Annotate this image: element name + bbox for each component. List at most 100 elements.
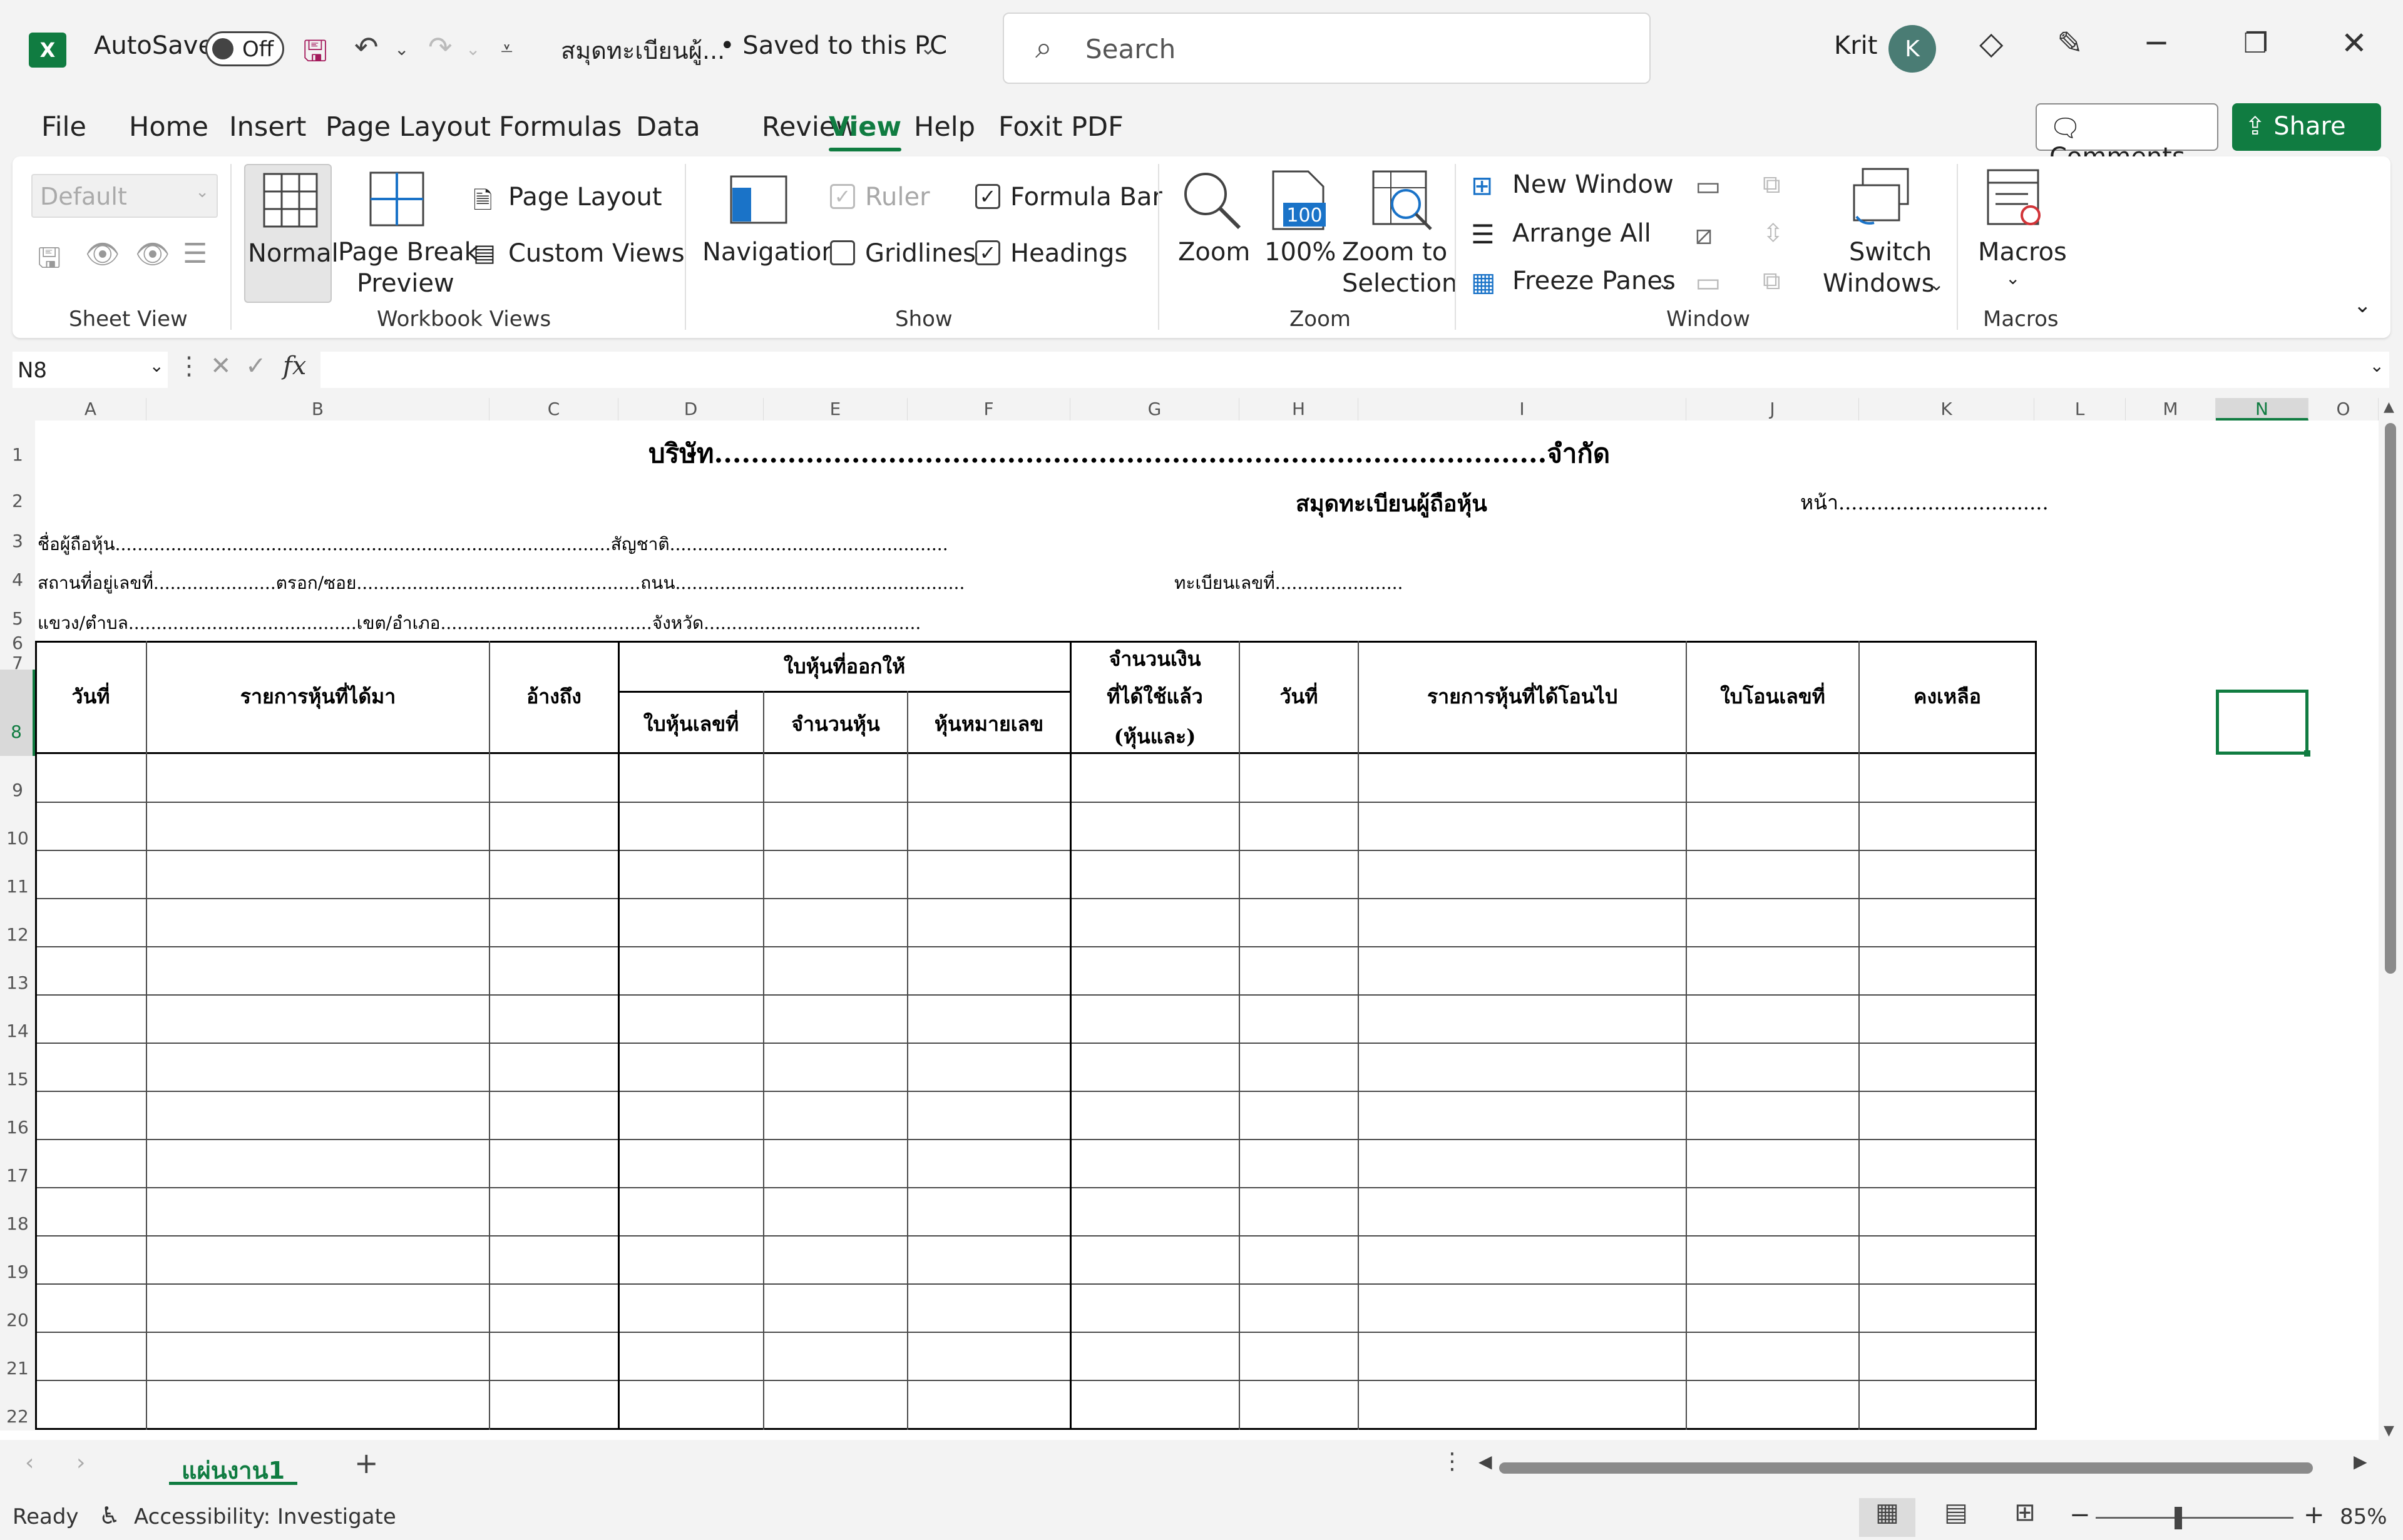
normal-view-status-button[interactable]: ▦	[1859, 1498, 1915, 1537]
tab-page-layout[interactable]: Page Layout	[325, 111, 491, 143]
user-name[interactable]: Krit	[1834, 31, 1877, 60]
keep-view-icon[interactable]: 🖫	[38, 238, 61, 285]
zoom-out-icon[interactable]: −	[2069, 1501, 2091, 1529]
horizontal-scroll-thumb[interactable]	[1499, 1462, 2313, 1474]
row-header[interactable]: 21	[0, 1334, 35, 1382]
premium-diamond-icon[interactable]: ◇	[1979, 25, 2003, 61]
page-break-label-1[interactable]: Page Break	[338, 238, 479, 267]
column-header[interactable]: C	[489, 398, 618, 421]
row-header[interactable]: 5	[0, 591, 35, 630]
zoom-magnifier-icon[interactable]	[1181, 169, 1243, 232]
zoom-100-button[interactable]: 100%	[1264, 238, 1336, 267]
zoom-in-icon[interactable]: +	[2303, 1501, 2325, 1529]
comments-button[interactable]: 🗨 Comments	[2036, 103, 2218, 171]
customize-toolbar-icon[interactable]: ⩡	[501, 36, 513, 61]
zoom-slider[interactable]	[2096, 1517, 2293, 1519]
column-header-selected[interactable]: N	[2216, 398, 2308, 421]
file-name[interactable]: สมุดทะเบียนผู้...	[561, 31, 725, 69]
name-box[interactable]: N8 ⌄	[13, 352, 168, 388]
normal-view-button[interactable]: Normal	[244, 164, 339, 303]
cancel-icon[interactable]: ✕	[210, 352, 232, 380]
arrange-all-icon[interactable]: ☰	[1471, 219, 1495, 250]
new-view-icon[interactable]: 👁	[135, 238, 170, 270]
scroll-left-icon[interactable]: ◀	[1478, 1451, 1492, 1472]
gridlines-checkbox[interactable]	[830, 240, 855, 265]
accessibility-status[interactable]: Accessibility: Investigate	[134, 1504, 396, 1529]
tab-foxit-pdf[interactable]: Foxit PDF	[998, 111, 1124, 143]
tab-view[interactable]: View	[829, 111, 902, 151]
vertical-scrollbar[interactable]: ▲ ▼	[2379, 398, 2403, 1440]
row-header[interactable]: 18	[0, 1190, 35, 1238]
more-options-icon[interactable]: ⋮	[1441, 1449, 1463, 1474]
page-break-preview-icon[interactable]	[369, 171, 424, 227]
row-header[interactable]: 20	[0, 1286, 35, 1334]
view-options-icon[interactable]: ☰	[183, 238, 207, 270]
ruler-checkbox[interactable]: ✓	[830, 184, 855, 209]
view-side-by-side-icon[interactable]: ⧉	[1763, 170, 1781, 199]
column-header[interactable]: B	[146, 398, 489, 421]
split-icon[interactable]: ▭	[1695, 170, 1721, 202]
row-header[interactable]: 13	[0, 949, 35, 997]
row-header[interactable]: 4	[0, 552, 35, 591]
tab-data[interactable]: Data	[636, 111, 700, 143]
scroll-down-icon[interactable]: ▼	[2384, 1423, 2394, 1439]
custom-views-icon[interactable]: ▤	[473, 239, 496, 267]
restore-icon[interactable]: ❐	[2243, 28, 2268, 59]
row-header[interactable]: 14	[0, 997, 35, 1045]
chevron-down-icon[interactable]: ⌄	[150, 355, 164, 376]
zoom-button[interactable]: Zoom	[1178, 238, 1250, 267]
page-break-label-2[interactable]: Preview	[357, 269, 454, 298]
zoom-100-icon[interactable]: 100	[1271, 169, 1327, 232]
navigation-pane-icon[interactable]	[730, 175, 787, 224]
redo-dropdown-icon[interactable]: ⌄	[466, 39, 480, 59]
column-header[interactable]: L	[2034, 398, 2126, 421]
new-sheet-button[interactable]: +	[354, 1446, 379, 1480]
worksheet[interactable]: A B C D E F G H I J K L M N O 1 2 3 4 5 …	[0, 398, 2403, 1440]
row-header[interactable]: 1	[0, 421, 35, 467]
tab-insert[interactable]: Insert	[229, 111, 306, 143]
vertical-scroll-thumb[interactable]	[2385, 423, 2396, 974]
new-window-icon[interactable]: ⊞	[1471, 170, 1493, 201]
column-header[interactable]: M	[2126, 398, 2216, 421]
column-header[interactable]: A	[35, 398, 146, 421]
headings-checkbox[interactable]: ✓	[975, 240, 1000, 265]
save-status-chevron-icon[interactable]: ⌄	[920, 38, 936, 59]
row-header[interactable]: 17	[0, 1141, 35, 1190]
avatar[interactable]: K	[1888, 25, 1936, 73]
macros-icon[interactable]	[1984, 166, 2044, 229]
redo-icon[interactable]: ↷	[428, 30, 453, 64]
page-layout-button[interactable]: Page Layout	[508, 183, 662, 212]
custom-views-button[interactable]: Custom Views	[508, 239, 685, 268]
row-header[interactable]: 3	[0, 513, 35, 552]
tab-file[interactable]: File	[41, 111, 86, 143]
tab-home[interactable]: Home	[129, 111, 208, 143]
macros-button[interactable]: Macros	[1978, 238, 2067, 267]
arrange-all-button[interactable]: Arrange All	[1512, 219, 1651, 248]
undo-icon[interactable]: ↶	[354, 30, 379, 64]
row-header[interactable]: 11	[0, 852, 35, 900]
freeze-panes-dropdown-icon[interactable]: ⌄	[1658, 273, 1672, 293]
page-break-status-button[interactable]: ⊞	[1997, 1498, 2053, 1537]
more-options-icon[interactable]: ⋮	[177, 352, 202, 380]
sheet-view-select[interactable]: Default ⌄	[31, 174, 218, 218]
fill-handle[interactable]	[2304, 750, 2310, 757]
scroll-up-icon[interactable]: ▲	[2384, 399, 2394, 415]
next-sheet-icon[interactable]: ›	[76, 1450, 85, 1476]
hide-window-icon[interactable]: ⧄	[1695, 219, 1713, 251]
column-header[interactable]: K	[1859, 398, 2034, 421]
synchronous-scrolling-icon[interactable]: ⇳	[1763, 219, 1784, 248]
minimize-icon[interactable]: ─	[2147, 25, 2166, 61]
tab-formulas[interactable]: Formulas	[499, 111, 622, 143]
sheet-tab[interactable]: แผ่นงาน1	[169, 1440, 298, 1485]
navigation-button[interactable]: Navigation	[702, 238, 838, 267]
selected-cell[interactable]	[2216, 690, 2310, 757]
column-header[interactable]: J	[1686, 398, 1859, 421]
insert-function-icon[interactable]: fx	[283, 352, 306, 380]
select-all-corner[interactable]	[0, 398, 35, 421]
column-header[interactable]: H	[1239, 398, 1358, 421]
search-box[interactable]: ⌕ Search	[1003, 13, 1651, 84]
row-header[interactable]: 12	[0, 900, 35, 949]
formula-input[interactable]: ⌄	[320, 352, 2389, 388]
column-header[interactable]: E	[764, 398, 908, 421]
collapse-ribbon-icon[interactable]: ⌄	[2354, 293, 2372, 318]
